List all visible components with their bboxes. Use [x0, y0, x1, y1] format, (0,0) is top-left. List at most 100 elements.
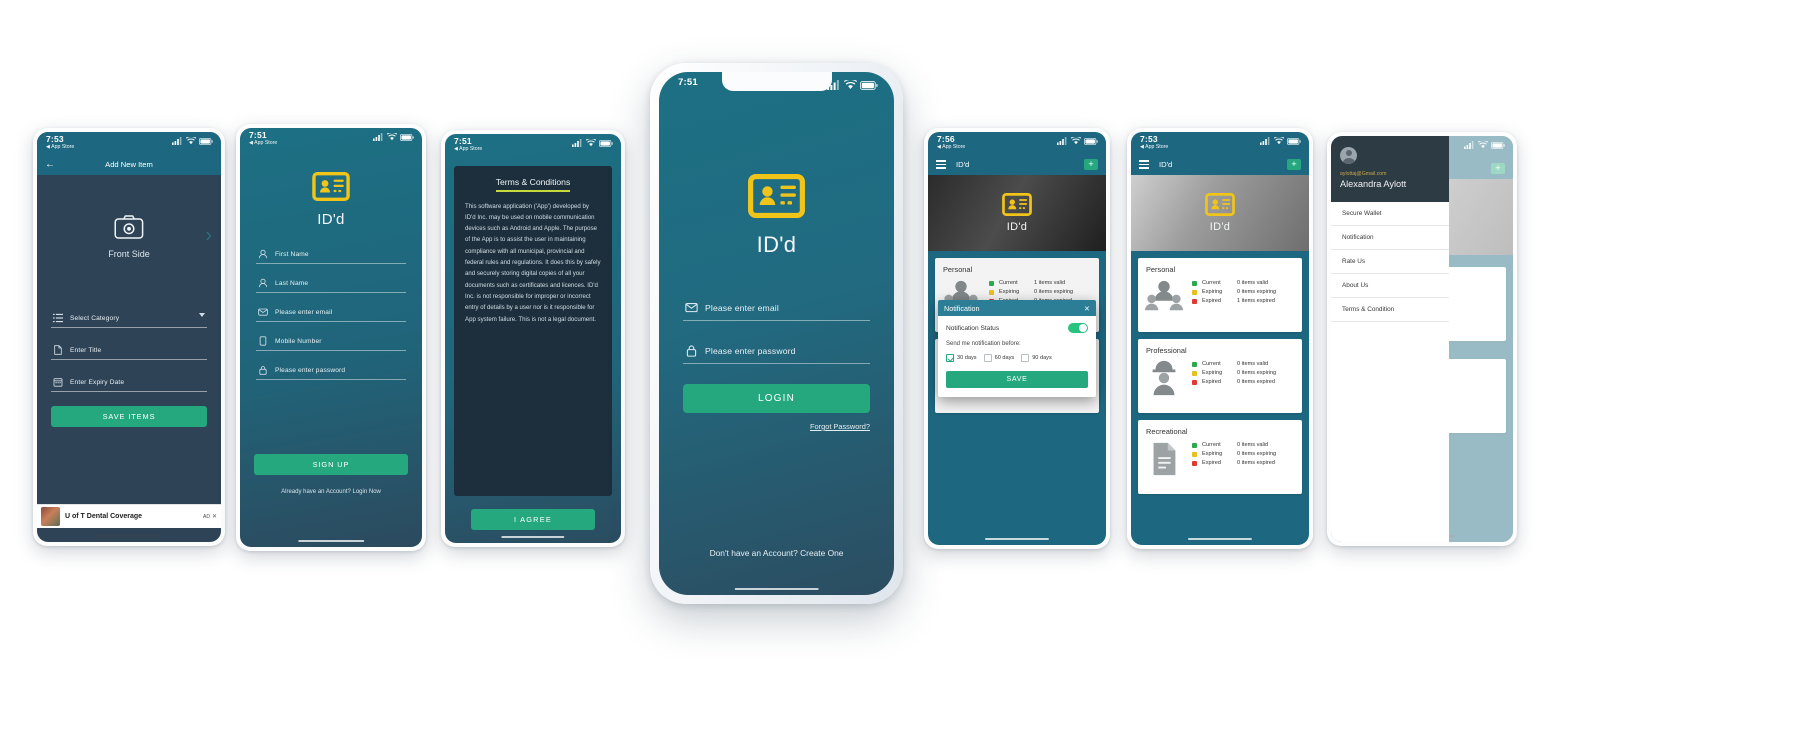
stat-row: Expiring 0 items expiring	[1192, 451, 1294, 457]
checkbox-icon[interactable]	[946, 354, 954, 362]
drawer-item-secure-wallet[interactable]: Secure Wallet	[1331, 202, 1449, 226]
ad-banner[interactable]: U of T Dental Coverage AD ✕	[37, 504, 221, 528]
status-bar: 7:53 ◀ App Store	[1131, 132, 1309, 154]
id-card-icon	[1205, 193, 1235, 216]
dialog-body: Notification Status Send me notification…	[938, 316, 1096, 397]
stat-value: 0 items expiring	[1237, 289, 1277, 295]
screen-terms: 7:51 ◀ App Store Terms & Conditions This…	[445, 134, 621, 543]
hamburger-icon[interactable]	[936, 160, 946, 169]
option-90-days[interactable]: 90 days	[1021, 354, 1052, 362]
sign-up-button[interactable]: SIGN UP	[254, 454, 408, 475]
dialog-save-button[interactable]: SAVE	[946, 371, 1088, 388]
status-time: 7:53	[1140, 134, 1158, 144]
status-bar: 7:51 ◀ App Store	[240, 128, 422, 150]
stat-row: Expired 0 items expired	[1192, 460, 1294, 466]
back-button[interactable]: ←	[45, 159, 55, 170]
status-swatch-expired	[1192, 460, 1197, 466]
status-right	[172, 135, 213, 145]
avatar[interactable]	[1340, 147, 1357, 164]
email-field[interactable]: Please enter email	[256, 304, 406, 322]
drawer-item-rate-us[interactable]: Rate Us	[1331, 250, 1449, 274]
select-category-field[interactable]: Select Category	[51, 310, 207, 328]
login-now-link[interactable]: Already have an Account? Login Now	[240, 489, 422, 495]
category-card-professional[interactable]: Professional Current 0 items valid Expiri…	[1138, 339, 1302, 413]
stat-value: 0 items valid	[1237, 280, 1269, 286]
status-left: 7:53 ◀ App Store	[1140, 135, 1168, 150]
status-right	[827, 78, 878, 90]
status-bar: 7:51 ◀ App Store	[445, 134, 621, 156]
stat-label: Expiring	[999, 289, 1020, 295]
checkbox-icon[interactable]	[983, 354, 992, 362]
navigation-drawer: aylottaj@Gmail.com Alexandra Aylott Secu…	[1331, 136, 1449, 542]
status-left: 7:51 ◀ App Store	[249, 131, 277, 146]
password-field[interactable]: Please enter password	[256, 362, 406, 380]
last-name-field[interactable]: Last Name	[256, 275, 406, 293]
login-button[interactable]: LOGIN	[683, 384, 870, 413]
wifi-icon	[586, 139, 596, 147]
status-swatch-expiring	[1192, 451, 1197, 457]
chevron-down-icon[interactable]	[199, 313, 205, 317]
option-60-days[interactable]: 60 days	[983, 354, 1014, 362]
signal-icon	[373, 133, 383, 141]
stat-value: 0 items expiring	[1237, 451, 1277, 457]
forgot-password-link[interactable]: Forgot Password?	[683, 422, 870, 431]
last-name-label: Last Name	[275, 279, 309, 287]
dialog-title: Notification	[944, 303, 980, 313]
signal-icon	[172, 137, 182, 145]
close-icon[interactable]: ✕	[1084, 304, 1090, 313]
i-agree-button[interactable]: I AGREE	[471, 509, 595, 530]
notification-status-toggle[interactable]	[1068, 323, 1088, 333]
option-30-days[interactable]: 30 days	[946, 354, 977, 362]
screen-login: 7:51 ID'd Please enter email Please ente…	[659, 72, 894, 595]
stat-row: Expiring 0 items expiring	[989, 289, 1091, 295]
ad-text[interactable]: U of T Dental Coverage	[65, 513, 198, 520]
close-icon[interactable]: ✕	[212, 513, 217, 520]
status-right	[373, 131, 414, 141]
password-placeholder: Please enter password	[705, 345, 796, 356]
terms-card: Terms & Conditions This software applica…	[454, 166, 612, 496]
screen-sign-up: 7:51 ◀ App Store ID'd First Name Last Na…	[240, 128, 422, 547]
home-indicator	[298, 539, 364, 542]
notification-status-row: Notification Status	[946, 323, 1088, 333]
chevron-right-icon[interactable]: ›	[205, 225, 212, 248]
password-field[interactable]: Please enter password	[683, 341, 870, 364]
photo-capture-area[interactable]: Front Side ›	[37, 175, 221, 297]
drawer-item-terms-condition[interactable]: Terms & Condition	[1331, 298, 1449, 322]
email-label: Please enter email	[275, 308, 333, 316]
create-account-link[interactable]: Don't have an Account? Create One	[659, 548, 894, 558]
signal-icon	[1057, 137, 1067, 145]
mobile-number-field[interactable]: Mobile Number	[256, 333, 406, 351]
status-swatch-expiring	[989, 289, 994, 295]
stat-row: Current 0 items valid	[1192, 280, 1294, 286]
status-back-app: ◀ App Store	[249, 139, 278, 146]
stat-label: Current	[1202, 442, 1221, 448]
first-name-label: First Name	[275, 250, 309, 258]
ad-tag: AD ✕	[203, 513, 217, 521]
family-icon	[1145, 280, 1183, 311]
drawer-item-notification[interactable]: Notification	[1331, 226, 1449, 250]
lock-icon	[686, 345, 697, 357]
category-card-recreational[interactable]: Recreational Current 0 items valid Expiri…	[1138, 420, 1302, 494]
terms-body: This software application ('App') develo…	[465, 202, 601, 323]
add-item-button[interactable]: +	[1084, 159, 1098, 170]
top-bar: ID'd +	[928, 154, 1106, 175]
category-card-personal[interactable]: Personal Current 0 items valid Expiring 0 …	[1138, 258, 1302, 332]
first-name-field[interactable]: First Name	[256, 246, 406, 264]
hamburger-icon[interactable]	[1139, 160, 1149, 169]
status-swatch-expired	[1192, 379, 1197, 385]
email-field[interactable]: Please enter email	[683, 298, 870, 321]
stat-value: 0 items expired	[1237, 460, 1275, 466]
drawer-profile-header: aylottaj@Gmail.com Alexandra Aylott	[1331, 136, 1449, 202]
document-icon	[1153, 442, 1176, 476]
app-title: ID'd	[1159, 160, 1173, 169]
add-item-button[interactable]: +	[1287, 159, 1301, 170]
enter-title-field[interactable]: Enter Title	[51, 342, 207, 360]
checkbox-icon[interactable]	[1021, 354, 1030, 362]
status-swatch-current	[1192, 361, 1197, 367]
drawer-item-about-us[interactable]: About Us	[1331, 274, 1449, 298]
signal-icon	[572, 139, 582, 147]
enter-expiry-date-field[interactable]: Enter Expiry Date	[51, 374, 207, 392]
save-items-button[interactable]: SAVE ITEMS	[51, 406, 207, 427]
stat-row: Current 0 items valid	[1192, 361, 1294, 367]
battery-icon	[1287, 137, 1301, 145]
